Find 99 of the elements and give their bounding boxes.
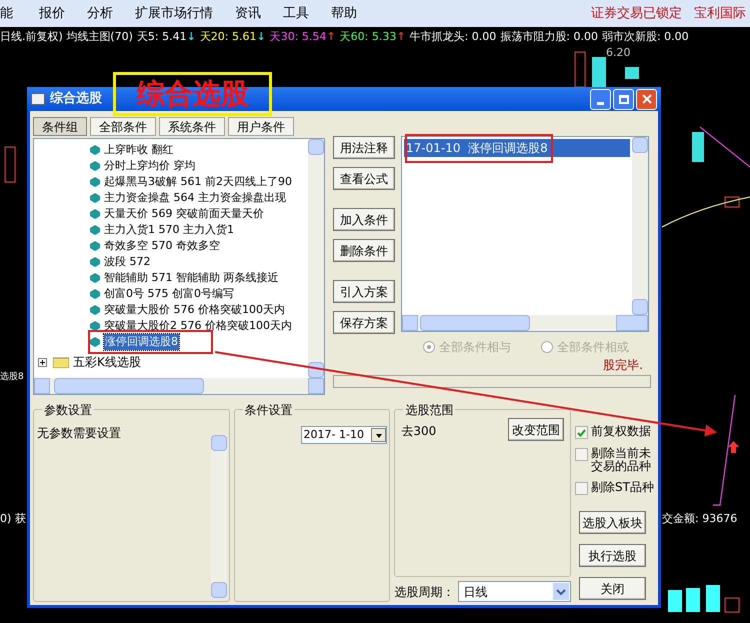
action-button[interactable]: 执行选股 (579, 544, 646, 567)
chart-label: 选股8 (0, 371, 24, 384)
tab[interactable]: 用户条件 (228, 117, 294, 136)
check-icon (577, 428, 586, 436)
radio-label: 全部条件相与 (439, 339, 511, 356)
up-arrow-icon (728, 441, 739, 453)
scrollbar[interactable] (632, 137, 648, 315)
menu-item[interactable]: 工具 (283, 4, 309, 24)
indicator-value: 弱市次新股: 0.00 (602, 28, 689, 45)
close-icon (642, 94, 652, 104)
status-label: 证券交易已锁定 (591, 4, 682, 23)
chevron-down-icon[interactable] (553, 583, 569, 600)
moving-average-line (700, 126, 750, 168)
tab[interactable]: 系统条件 (159, 117, 225, 136)
window-icon (31, 93, 45, 105)
group-title: 条件设置 (242, 401, 295, 419)
tree-item[interactable]: 主力入货1 570 主力入货1 (104, 222, 234, 238)
tree-item[interactable]: 创富0号 575 创富0号编写 (104, 286, 234, 302)
side-button[interactable]: 保存方案 (333, 311, 395, 334)
tab[interactable]: 全部条件 (90, 117, 156, 136)
trend-arrow: ↑ (326, 30, 336, 43)
checkbox[interactable] (575, 482, 588, 495)
checkbox-label: 前复权数据 (591, 425, 652, 438)
indicator-value: 振荡市阻力股: 0.00 (500, 28, 598, 45)
candle (592, 57, 606, 87)
tree-item[interactable]: 智能辅助 571 智能辅助 两条线接近 (104, 270, 278, 286)
action-button[interactable]: 选股入板块 (579, 511, 646, 534)
candle (625, 67, 639, 79)
menu-item[interactable]: 帮助 (331, 4, 357, 24)
menu-item[interactable]: 分析 (87, 4, 113, 24)
change-range-button[interactable]: 改变范围 (508, 418, 564, 441)
tab[interactable]: 条件组 (33, 117, 87, 136)
close-button[interactable] (636, 88, 657, 110)
checkbox-label: 剔除ST品种 (591, 481, 655, 494)
volume-bar (668, 590, 682, 612)
folder-icon (53, 356, 69, 368)
trend-arrow: ↓ (186, 30, 196, 43)
indicator-value: 牛市抓龙头: 0.00 (410, 28, 496, 45)
indicator-value: 日线.前复权) 均线主图(70) (0, 28, 133, 45)
tree-item[interactable]: 突破量大股价2 576 价格突破100天内 (104, 318, 292, 334)
checkbox-label: 剔除当前未交易的品种 (591, 447, 652, 473)
period-label: 选股周期： (394, 584, 454, 600)
maximize-button[interactable] (613, 88, 634, 110)
horizontal-scrollbar[interactable] (34, 378, 324, 394)
volume-bar (724, 598, 740, 612)
trend-arrow: ↑ (396, 30, 406, 43)
scrollbar[interactable] (308, 139, 324, 378)
tree-item[interactable]: 分时上穿均价 穿均 (104, 158, 196, 174)
indicator-value: 天5: 5.41↓ (136, 28, 196, 45)
params-text: 无参数需要设置 (37, 425, 122, 442)
volume-bar (706, 585, 720, 612)
tree-item[interactable]: 涨停回调选股8 (104, 334, 179, 350)
group-title: 选股范围 (403, 401, 456, 419)
scrollbar[interactable] (210, 435, 227, 598)
tree-item[interactable]: 起爆黑马3破解 561 前2天四线上了90 (104, 174, 292, 190)
candle (574, 52, 586, 88)
horizontal-scrollbar[interactable] (402, 315, 648, 331)
side-button[interactable]: 删除条件 (333, 239, 395, 262)
menu-item[interactable]: 资讯 (235, 4, 261, 24)
tree-item[interactable]: 突破量大股价 576 价格突破100天内 (104, 302, 285, 318)
price-label: 6.20 (606, 45, 630, 61)
tree-item[interactable]: 奇效多空 570 奇效多空 (104, 238, 220, 254)
minimize-button[interactable] (590, 88, 611, 110)
amount-label: 交金额: 93676 (662, 511, 738, 527)
menu-item[interactable]: 扩展市场行情 (135, 4, 213, 24)
side-button[interactable]: 用法注释 (333, 136, 395, 159)
trend-arrow: ↓ (256, 30, 266, 43)
indicator-value: 天60: 5.33↑ (340, 28, 406, 45)
checkbox[interactable] (575, 448, 588, 461)
range-text: 去300 (401, 423, 436, 440)
radio-label: 全部条件相或 (557, 339, 629, 356)
window-title: 综合选股 (50, 90, 102, 108)
action-button[interactable]: 关闭 (579, 577, 646, 600)
status-text: 股完毕. (603, 357, 643, 374)
tree-item[interactable]: 上穿昨收 翻红 (104, 142, 174, 158)
tree-item[interactable]: 天量天价 569 突破前面天量天价 (104, 206, 264, 222)
checkbox[interactable] (575, 426, 588, 439)
expand-toggle-icon[interactable] (38, 358, 47, 366)
date-picker[interactable]: 2017- 1-10 (300, 426, 387, 444)
volume-bar (686, 588, 700, 612)
annotation-caption: 综合选股 (113, 72, 272, 116)
side-button[interactable]: 查看公式 (333, 167, 395, 190)
tree-item[interactable]: 主力资金操盘 564 主力资金操盘出现 (104, 190, 286, 206)
side-button[interactable]: 加入条件 (333, 208, 395, 231)
chart-label: 0) 获 (0, 511, 26, 527)
candle (724, 196, 740, 208)
candle (4, 146, 16, 182)
menu-item[interactable]: 报价 (39, 4, 65, 24)
period-dropdown[interactable]: 日线 (458, 581, 571, 602)
group-title: 参数设置 (42, 401, 94, 419)
tree-item[interactable]: 五彩K线选股 (73, 353, 141, 371)
tree-item[interactable]: 波段 572 (104, 254, 150, 270)
list-item[interactable]: 17-01-10 涨停回调选股8 (404, 139, 630, 157)
side-button[interactable]: 引入方案 (333, 280, 395, 303)
indicator-value: 天20: 5.61↓ (200, 28, 266, 45)
candle (692, 132, 704, 162)
indicator-value: 天30: 5.54↑ (270, 28, 336, 45)
status-label: 宝利国际 (694, 4, 746, 23)
menu-item[interactable]: 能 (0, 4, 13, 24)
